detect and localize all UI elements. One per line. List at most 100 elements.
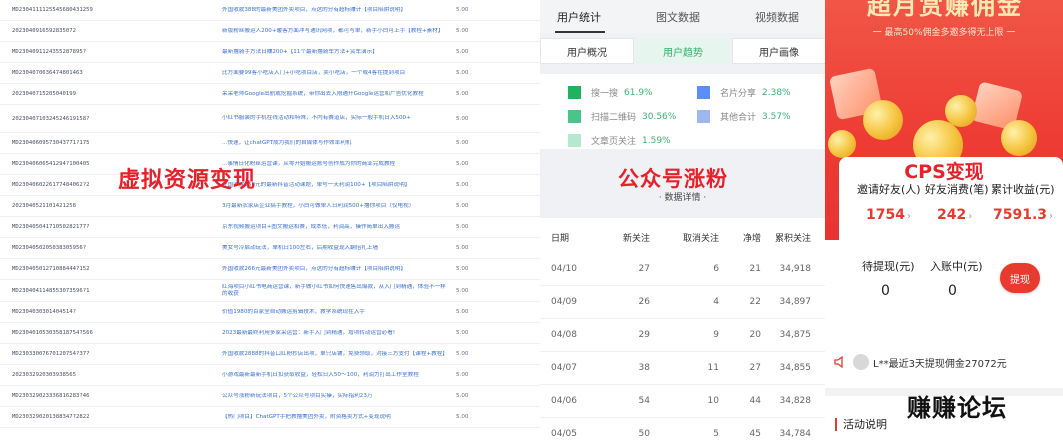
activity-rules-heading[interactable]: 活动说明 [835, 418, 887, 431]
column-header: 取消关注 [682, 234, 719, 244]
order-row: MD2304070636474801463 比方面要99客小吃店入门+小吃项目店，… [0, 63, 540, 84]
stat-consumption-value: 242 [937, 207, 967, 223]
table-cell: 22 [749, 297, 761, 307]
order-title[interactable]: 京东视频搬运项目+图文搬运和赛，成本低，利润高，操作简单出入搬运 [222, 224, 450, 231]
table-cell: 34,918 [779, 264, 812, 274]
order-title[interactable]: 3月最新农家店企业搞手教程，小白可做单人日利润500+撸你项目（仅电视） [222, 203, 450, 210]
table-cell: 20 [749, 330, 761, 340]
tab-user-stats[interactable]: 用户统计 [557, 9, 601, 25]
subtab-user-trend[interactable]: 用户趋势 [636, 38, 730, 64]
order-amount: 5.00 [456, 140, 469, 146]
cps-overlay-text: CPS变现 [904, 161, 984, 183]
order-title[interactable]: 新版粉丝搬运人200+暖客方面冲写通讯网项，都可写单，新手小白可上手【教程+素材… [222, 28, 450, 35]
order-title[interactable]: 小红书服装的手机在线活动和特殊，不内有赛道店，实际一般手机日入500+ [222, 115, 450, 122]
table-cell: 04/08 [551, 330, 577, 340]
order-id: 2023032920303938565 [12, 372, 76, 378]
table-row: 04/06 54 10 44 34,828 [540, 385, 825, 418]
order-row: MD2304041148553073596?1 红海项目小红书电商运营课，新手做小… [0, 280, 540, 302]
table-cell: 6 [713, 264, 719, 274]
chevron-right-icon: › [906, 211, 911, 222]
legend-swatch [697, 86, 710, 99]
order-row: MD23040609573043771?175 ...快速，让chatGPT成为我… [0, 133, 540, 154]
stat-label-consumption: 好友消费(笔) [925, 183, 989, 196]
order-title[interactable]: 【热门项目】ChatGPT手把教撸美团外卖，附资格卖方式+变现说明 [222, 414, 450, 421]
order-id: MD2304111125545680431259 [12, 7, 93, 13]
legend-item: 搜一搜 61.9% [568, 86, 653, 99]
order-id: MD23040501271088444?152 [12, 266, 90, 272]
order-title[interactable]: 外国收款2888的抖音口红粉抄店出项，单只店铺，免费领取，对接三方支付【课程+教… [222, 351, 450, 358]
order-title[interactable]: 小游戏最新最新手机日扣获取收益，轻松日入50～100，利润力打出工作室教程 [222, 372, 450, 379]
order-amount: 5.00 [456, 287, 469, 294]
order-title[interactable]: 价值1980的百家全自动搬运剪辑技术，教学系统现在入手 [222, 309, 450, 316]
order-title[interactable]: ...快速，让chatGPT成为我们的自媒体写作效率利机 [222, 140, 450, 147]
column-header: 新关注 [622, 234, 650, 244]
stat-consumption[interactable]: 242 › [937, 207, 972, 223]
table-cell: 10 [707, 396, 719, 406]
subtab-user-overview[interactable]: 用户概况 [540, 38, 634, 64]
order-title[interactable]: 外国收款266元最新美团外卖项目，点这的分有超标赚计【项目陷阱说明】 [222, 266, 450, 273]
order-amount: 5.00 [456, 393, 469, 399]
table-cell: 04/07 [551, 363, 577, 373]
order-title[interactable]: 公众号涨粉新玩法项目，5个公众号项目实操，实际指利23万 [222, 393, 450, 400]
order-title[interactable]: 美女号冷启动玩法，单机日100左右，后期收益现入翻倍扎上墙 [222, 245, 450, 252]
order-id: 2023040715205040199 [12, 91, 76, 97]
coin-icon [828, 130, 856, 158]
tab-video-data[interactable]: 视频数据 [755, 9, 799, 25]
order-row: MD23033007670120754?37? 外国收款2888的抖音口红粉抄店出… [0, 344, 540, 365]
order-amount: 5.00 [456, 414, 469, 420]
stat-label-earnings: 累计收益(元) [991, 183, 1055, 196]
crediting-label: 入账中(元) [930, 260, 983, 273]
banner-subtitle: 一 最高50%佣金多邀多得无上限 一 [872, 28, 1016, 38]
legend-label: 扫描二维码 [591, 113, 637, 123]
pending-withdraw-label: 待提现(元) [862, 260, 915, 273]
order-title[interactable]: 外国收款558元的最新抖音活动课题，单号一天利润100+【项目陷阱说明】 [222, 182, 450, 189]
table-cell: 34,784 [779, 429, 812, 439]
order-amount: 5.00 [456, 70, 469, 76]
order-id: MD2304050205038305956? [12, 245, 87, 251]
subtab-user-profile[interactable]: 用户画像 [732, 38, 825, 64]
banner-title: 超月赏赚佣金 [867, 0, 1023, 20]
order-title[interactable]: 外国收款388的最新美团外卖项目，点这的分有超标赚计【项目陷阱说明】 [222, 7, 450, 14]
withdraw-button[interactable]: 提现 [1000, 263, 1040, 293]
table-cell: 54 [638, 396, 650, 406]
table-cell: 34,855 [779, 363, 812, 373]
order-id: MD2304030301404514? [12, 309, 76, 315]
order-id: MD23033007670120754?37? [12, 351, 90, 357]
virtual-resource-overlay-text: 虚拟资源变现 [118, 168, 257, 193]
order-amount: 5.00 [456, 372, 469, 378]
legend-percent: 30.56% [642, 111, 677, 122]
stat-invites[interactable]: 1754 › [866, 207, 911, 223]
order-row: MD2304050205038305956? 美女号冷启动玩法，单机日100左右，… [0, 238, 540, 259]
chevron-right-icon: › [1049, 211, 1054, 222]
cps-promo-panel: 超月赏赚佣金 一 最高50%佣金多邀多得无上限 一 CPS变现 邀请好友(人) … [825, 0, 1063, 448]
tab-article-data[interactable]: 图文数据 [656, 9, 700, 25]
order-title[interactable]: 比方面要99客小吃店入门+小吃项目店，卖小吃店，一个或4客在提到项目 [222, 70, 450, 77]
stats-tabs: 用户统计 图文数据 视频数据 [540, 0, 825, 33]
order-id: MD230329023336816283?46 [12, 393, 90, 399]
pending-withdraw-value: 0 [881, 283, 890, 299]
order-row: MD23040501271088444?152 外国收款266元最新美团外卖项目，… [0, 259, 540, 280]
notice-text: L**最近3天提现佣金27072元 [873, 358, 1007, 370]
legend-percent: 2.38% [762, 87, 791, 98]
legend-swatch [568, 86, 581, 99]
table-header: 日期 新关注 取消关注 净增 累积关注 [540, 231, 825, 244]
order-id: 2023040521101421258 [12, 203, 76, 209]
stat-earnings-value: 7591.3 [993, 207, 1048, 223]
table-cell: 45 [749, 429, 761, 439]
column-header: 累积关注 [774, 234, 811, 244]
column-header: 日期 [551, 234, 570, 244]
order-title[interactable]: 呆呆老师Google出航或挖掘系统，带你出去入限通升Google运营和广告优化教… [222, 91, 450, 98]
table-cell: 34,875 [779, 330, 812, 340]
order-amount: 5.00 [456, 28, 469, 34]
order-title[interactable]: 2023最新最终利用多家采运营：新手入门到精通，增项转动运营必看! [222, 330, 450, 337]
order-title[interactable]: 红海项目小红书电商运营课，新手做小红书如何快速售出爆款，从入门到精通，体验不一样… [222, 284, 450, 298]
order-id: MD230401053035818754?566 [12, 330, 93, 336]
stat-earnings[interactable]: 7591.3 › [993, 207, 1053, 223]
order-amount: 5.00 [456, 266, 469, 272]
order-title[interactable]: 最新撸骑手方法日赚200+【11个最新撸骑车方法+赏车演示】 [222, 49, 450, 56]
order-title[interactable]: ...事情日化粉丝运营课，从零开始搬运账号创作成为你的商业完成教程 [222, 161, 450, 168]
coin-icon [863, 100, 903, 140]
order-amount: 5.00 [456, 182, 469, 188]
order-row: MD2304060226177484062?2 外国收款558元的最新抖音活动课题… [0, 175, 540, 196]
order-id: MD23040609573043771?175 [12, 140, 90, 146]
